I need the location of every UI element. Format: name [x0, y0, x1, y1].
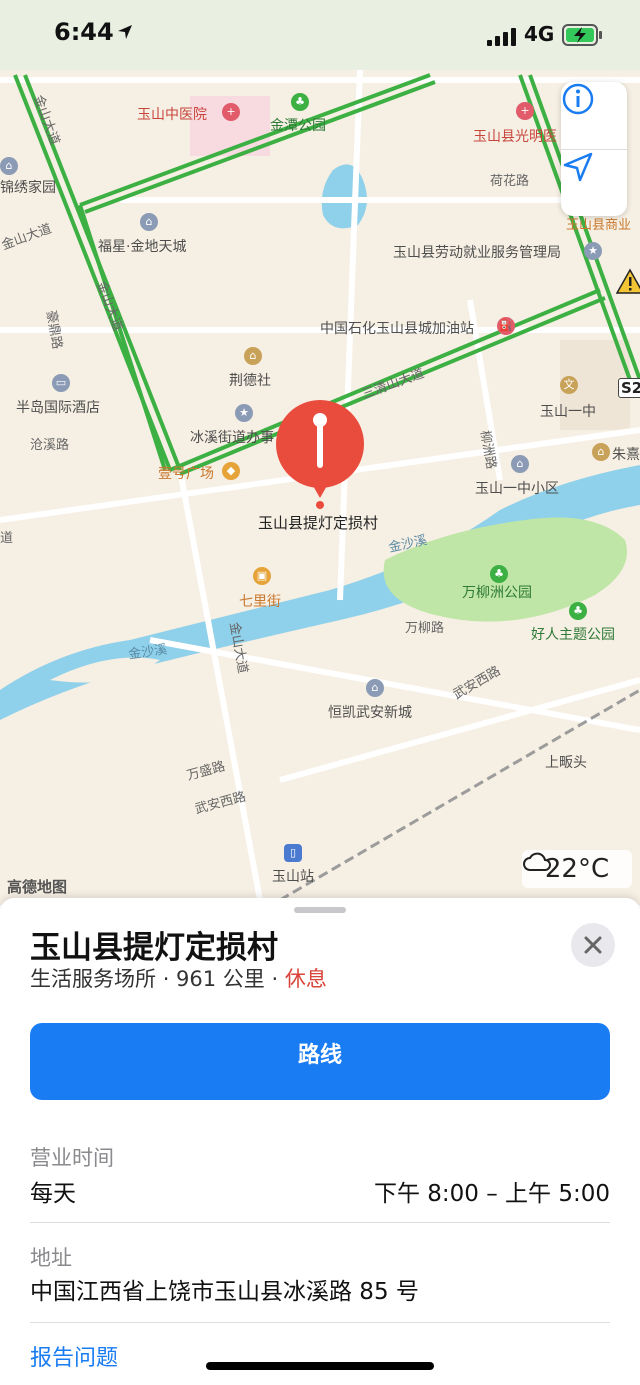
warning-icon[interactable]	[616, 268, 640, 296]
shopping-icon: ◆	[222, 462, 240, 480]
map-label: 半岛国际酒店	[16, 400, 100, 416]
gas-station-icon: ⛽	[497, 317, 515, 335]
train-station-icon: ▯	[284, 844, 302, 862]
map-label: 朱熹	[612, 447, 640, 463]
signal-bars-icon	[487, 28, 516, 46]
weather-badge: 22°C	[522, 850, 632, 888]
address-value[interactable]: 中国江西省上饶市玉山县冰溪路 85 号	[30, 1272, 419, 1306]
school-icon: 文	[560, 376, 578, 394]
map-label: 玉山一中	[540, 404, 596, 420]
poi-icon: ⌂	[511, 455, 529, 473]
place-subtitle: 生活服务场所 · 961 公里 · 休息	[30, 963, 327, 993]
close-icon	[584, 936, 602, 954]
hours-label: 营业时间	[30, 1146, 114, 1170]
route-button[interactable]: 路线	[30, 1023, 610, 1100]
map-label: 玉山县劳动就业服务管理局	[393, 245, 561, 261]
map-label: 荷花路	[490, 174, 530, 189]
map-label: 金潭公园	[270, 118, 326, 134]
poi-icon: ⌂	[140, 213, 158, 231]
map-label: 恒凯武安新城	[328, 705, 412, 721]
cloud-icon	[523, 852, 551, 871]
pin-label: 玉山县提灯定损村	[258, 514, 379, 532]
map-label: 玉山中医院	[137, 107, 207, 123]
government-icon: ★	[584, 242, 602, 260]
address-label: 地址	[30, 1246, 72, 1270]
poi-icon: ⌂	[366, 679, 384, 697]
location-arrow-icon	[563, 152, 593, 182]
map-label: 道	[0, 531, 14, 546]
map-label: 玉山县商业	[566, 218, 632, 233]
place-distance: 961 公里	[176, 967, 265, 991]
location-button[interactable]	[561, 150, 627, 216]
map-controls	[561, 82, 627, 216]
status-time: 6:44	[54, 18, 114, 46]
park-icon: ♣	[490, 565, 508, 583]
poi-icon: ⌂	[0, 157, 18, 175]
status-bar: 6:44 4G	[0, 0, 640, 70]
park-icon: ♣	[291, 93, 309, 111]
network-type: 4G	[524, 22, 555, 46]
home-indicator	[206, 1362, 434, 1370]
battery-charging-icon	[562, 24, 602, 46]
hours-time: 下午 8:00 – 上午 5:00	[373, 1181, 610, 1207]
map-label: 沧溪路	[30, 438, 70, 453]
sheet-grabber[interactable]	[294, 907, 346, 913]
map-label: 万柳洲公园	[462, 585, 532, 601]
location-arrow-icon	[118, 25, 132, 39]
place-title: 玉山县提灯定损村	[30, 930, 278, 966]
open-status: 休息	[284, 967, 327, 991]
map-label: 玉山一中小区	[475, 481, 559, 497]
map-label: 荆德社	[229, 373, 271, 389]
map-label: 锦绣家园	[0, 180, 56, 196]
map-label: 好人主题公园	[531, 627, 615, 643]
poi-icon: ⌂	[592, 443, 610, 461]
map-label: 壹号广场	[158, 466, 214, 482]
highway-shield: S20	[618, 378, 640, 398]
info-icon	[562, 83, 594, 115]
hotel-icon: ▭	[52, 374, 70, 392]
separator-dot: ·	[162, 967, 177, 991]
place-category: 生活服务场所	[30, 967, 156, 991]
map-view[interactable]: 玉山中医院 + ♣ 金潭公园 + 玉山县光明医 荷花路 ⌂ 锦绣家园 ⌂ 福星·…	[0, 0, 640, 905]
place-card: 玉山县提灯定损村 生活服务场所 · 961 公里 · 休息 路线 营业时间 每天…	[0, 898, 640, 1385]
hours-day: 每天	[30, 1181, 76, 1207]
hospital-icon: +	[516, 102, 534, 120]
map-brand-logo: 高德地图	[7, 878, 68, 896]
temperature: 22°C	[544, 854, 610, 884]
divider	[30, 1222, 610, 1223]
park-icon: ♣	[569, 602, 587, 620]
divider	[30, 1322, 610, 1323]
map-label: 七里街	[239, 594, 281, 610]
info-button[interactable]	[561, 82, 627, 148]
map-label: 玉山站	[272, 869, 314, 885]
hospital-icon: +	[222, 103, 240, 121]
map-label: 玉山县光明医	[473, 129, 557, 145]
report-issue-link[interactable]: 报告问题	[30, 1340, 118, 1372]
map-label: 上畈头	[545, 755, 587, 771]
map-label: 中国石化玉山县城加油站	[320, 321, 474, 337]
poi-icon: ⌂	[244, 347, 262, 365]
separator-dot: ·	[271, 967, 285, 991]
map-label: 冰溪街道办事	[190, 430, 274, 446]
government-icon: ★	[235, 404, 253, 422]
map-label: 万柳路	[405, 621, 445, 636]
map-label: 福星·金地天城	[98, 239, 187, 255]
close-button[interactable]	[571, 923, 615, 967]
shopping-icon: ▣	[253, 567, 271, 585]
route-button-label: 路线	[297, 1043, 342, 1068]
